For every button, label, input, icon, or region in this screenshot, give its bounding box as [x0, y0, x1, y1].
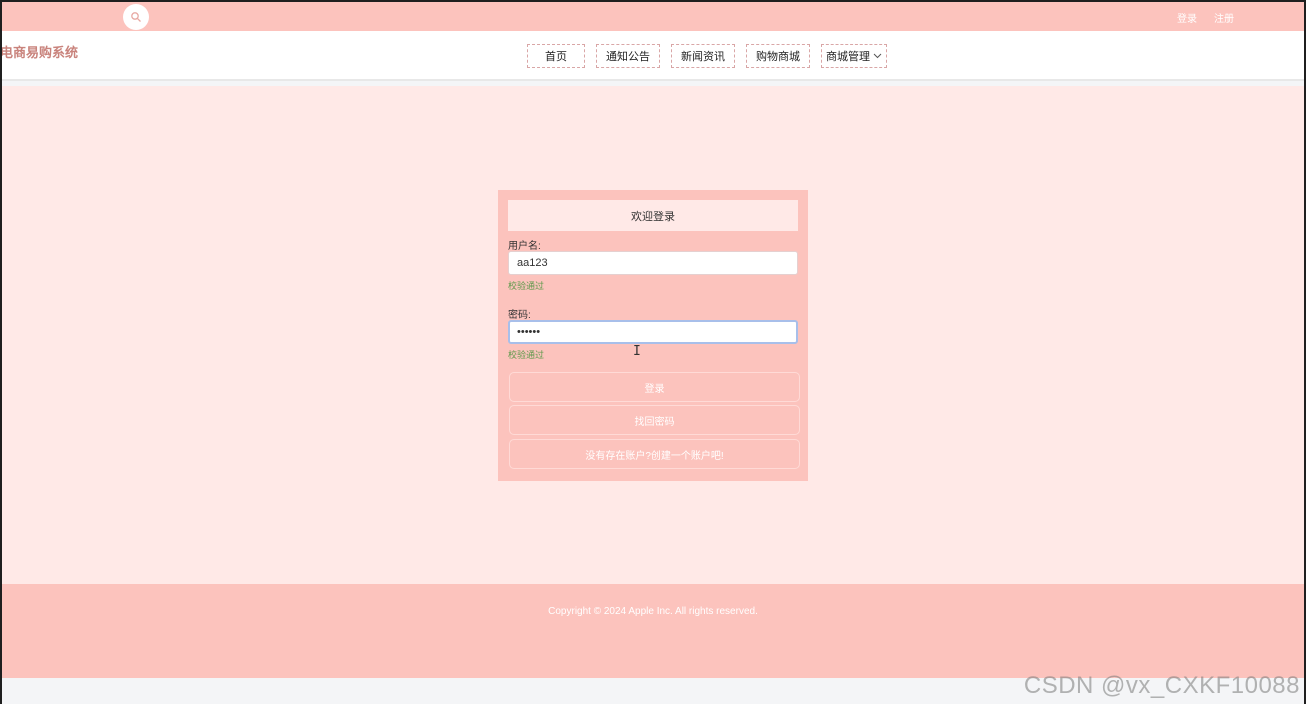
copyright-text: Copyright © 2024 Apple Inc. All rights r…: [548, 606, 758, 617]
nav-item-mall-management[interactable]: 商城管理: [821, 44, 887, 68]
nav-item-news[interactable]: 新闻资讯: [671, 44, 735, 68]
password-label: 密码:: [508, 310, 531, 321]
login-button[interactable]: 登录: [509, 372, 800, 402]
search-button[interactable]: [123, 4, 149, 30]
forgot-password-button[interactable]: 找回密码: [509, 405, 800, 435]
nav-item-home[interactable]: 首页: [527, 44, 585, 68]
top-register-link[interactable]: 注册: [1214, 10, 1234, 25]
watermark-text: CSDN @vx_CXKF10088: [1023, 672, 1300, 699]
main-navbar: 电商易购系统 首页 通知公告 新闻资讯 购物商城 商城管理: [0, 31, 1306, 81]
nav-item-label: 商城管理: [826, 51, 870, 63]
top-links: 登录 注册: [1177, 10, 1234, 25]
username-validation-message: 校验通过: [508, 281, 545, 291]
password-input[interactable]: ••••••: [508, 320, 798, 344]
password-validation-message: 校验通过: [508, 350, 545, 360]
nav-item-notices[interactable]: 通知公告: [596, 44, 660, 68]
login-card: 欢迎登录 用户名: aa123 校验通过 密码: •••••• 校验通过 登录 …: [498, 190, 808, 481]
search-icon: [131, 12, 141, 22]
text-cursor-icon: I: [633, 344, 641, 359]
username-input[interactable]: aa123: [508, 251, 798, 275]
login-title: 欢迎登录: [508, 200, 798, 231]
username-label: 用户名:: [508, 241, 541, 252]
create-account-button[interactable]: 没有存在账户?创建一个账户吧!: [509, 439, 800, 469]
main-content: 欢迎登录 用户名: aa123 校验通过 密码: •••••• 校验通过 登录 …: [0, 86, 1306, 584]
site-brand[interactable]: 电商易购系统: [0, 42, 78, 61]
nav-item-label: 购物商城: [756, 51, 800, 63]
top-bar: 登录 注册: [0, 0, 1306, 31]
footer: Copyright © 2024 Apple Inc. All rights r…: [0, 584, 1306, 678]
top-login-link[interactable]: 登录: [1177, 10, 1197, 25]
nav-item-label: 新闻资讯: [681, 51, 725, 63]
nav-menu: 首页 通知公告 新闻资讯 购物商城 商城管理: [527, 44, 898, 68]
chevron-down-icon: [873, 53, 882, 59]
nav-item-mall[interactable]: 购物商城: [746, 44, 810, 68]
nav-item-label: 通知公告: [606, 51, 650, 63]
nav-item-label: 首页: [545, 51, 567, 63]
